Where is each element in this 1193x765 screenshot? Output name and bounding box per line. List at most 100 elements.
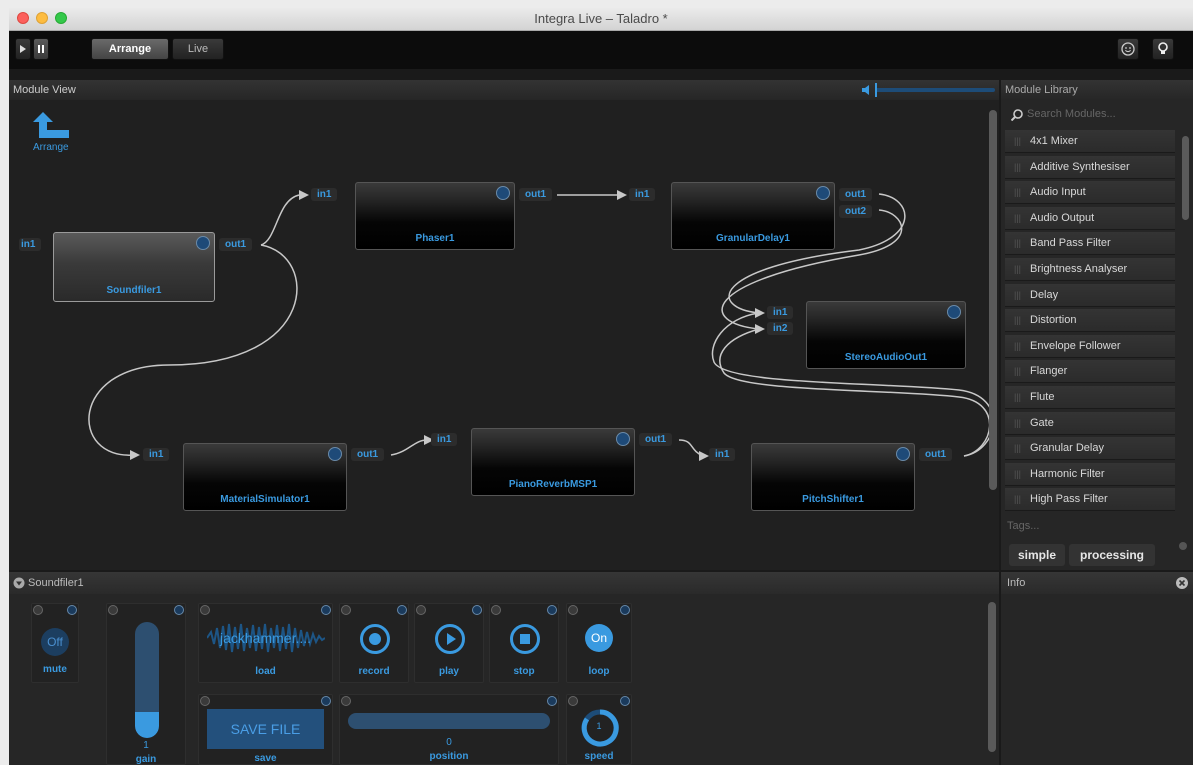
library-item[interactable]: ||| Delay <box>1005 283 1175 307</box>
port-soundfiler-in1[interactable]: in1 <box>19 238 42 251</box>
stop-button[interactable] <box>510 624 540 654</box>
drag-handle-icon: ||| <box>1014 366 1022 377</box>
drag-handle-icon: ||| <box>1014 187 1022 198</box>
gain-label: gain <box>135 754 157 765</box>
tags-scroll-knob[interactable] <box>1179 542 1187 550</box>
port-piano-in1[interactable]: in1 <box>431 433 458 446</box>
live-tab[interactable]: Live <box>172 38 224 60</box>
control-menu-icon[interactable] <box>416 605 426 615</box>
collapse-icon[interactable] <box>13 577 25 589</box>
library-item[interactable]: ||| Distortion <box>1005 309 1175 333</box>
position-slider[interactable] <box>348 713 550 729</box>
close-icon[interactable] <box>1176 577 1188 589</box>
library-item-label: Flute <box>1030 391 1055 403</box>
library-item[interactable]: ||| Flanger <box>1005 360 1175 384</box>
drag-handle-icon: ||| <box>1014 340 1022 351</box>
stop-control: stop <box>489 603 559 683</box>
port-pitch-out1[interactable]: out1 <box>919 448 953 461</box>
loop-toggle[interactable]: On <box>585 624 613 652</box>
library-item[interactable]: ||| High Pass Filter <box>1005 488 1175 512</box>
module-status-led <box>496 186 510 200</box>
control-menu-icon[interactable] <box>341 605 351 615</box>
control-menu-icon[interactable] <box>341 696 351 706</box>
library-item[interactable]: ||| Audio Output <box>1005 206 1175 230</box>
arrange-tab[interactable]: Arrange <box>91 38 169 60</box>
library-item[interactable]: ||| Envelope Follower <box>1005 334 1175 358</box>
port-granular-out2[interactable]: out2 <box>839 205 873 218</box>
library-item-label: Additive Synthesiser <box>1030 160 1130 173</box>
record-button[interactable] <box>360 624 390 654</box>
library-search-input[interactable]: Search Modules... <box>1005 104 1175 124</box>
port-pitch-in1[interactable]: in1 <box>709 448 736 461</box>
module-status-led <box>196 236 210 250</box>
smiley-icon <box>1121 42 1135 56</box>
control-menu-icon[interactable] <box>108 605 118 615</box>
library-item[interactable]: ||| Additive Synthesiser <box>1005 155 1175 179</box>
module-materialsimulator1[interactable]: MaterialSimulator1 <box>183 443 347 511</box>
control-menu-icon[interactable] <box>33 605 43 615</box>
port-granular-out1[interactable]: out1 <box>839 188 873 201</box>
library-item[interactable]: ||| Gate <box>1005 411 1175 435</box>
control-menu-icon[interactable] <box>491 605 501 615</box>
library-scrollbar[interactable] <box>1182 136 1189 220</box>
control-menu-icon[interactable] <box>200 696 210 706</box>
mute-toggle[interactable]: Off <box>41 628 69 656</box>
module-stereoaudioout1[interactable]: StereoAudioOut1 <box>806 301 966 369</box>
control-status-led <box>547 696 557 706</box>
gain-slider[interactable] <box>135 622 159 738</box>
control-menu-icon[interactable] <box>200 605 210 615</box>
port-stereo-in1[interactable]: in1 <box>767 306 794 319</box>
module-view-scrollbar[interactable] <box>989 110 997 490</box>
record-icon <box>369 633 381 645</box>
library-item-label: Distortion <box>1030 314 1077 327</box>
search-icon <box>1011 109 1023 121</box>
control-status-led <box>472 605 482 615</box>
info-toggle-button[interactable] <box>1152 38 1174 60</box>
play-transport-button[interactable] <box>15 38 31 60</box>
module-library: Module Library Search Modules... ||| 4x1 … <box>1001 80 1193 570</box>
loop-label: loop <box>588 666 610 677</box>
control-status-led <box>547 605 557 615</box>
library-item[interactable]: ||| Flute <box>1005 386 1175 409</box>
play-button[interactable] <box>435 624 465 654</box>
port-stereo-in2[interactable]: in2 <box>767 322 794 335</box>
port-phaser-in1[interactable]: in1 <box>311 188 338 201</box>
module-phaser1[interactable]: Phaser1 <box>355 182 515 250</box>
drag-handle-icon: ||| <box>1014 264 1022 274</box>
info-panel: Info <box>1001 572 1193 765</box>
play-icon <box>447 633 456 645</box>
library-item[interactable]: ||| Audio Input <box>1005 181 1175 205</box>
position-label: position <box>429 751 469 762</box>
properties-scrollbar[interactable] <box>988 602 996 752</box>
arrange-back-link[interactable]: Arrange <box>27 112 79 156</box>
module-soundfiler1[interactable]: Soundfiler1 <box>53 232 215 302</box>
volume-handle[interactable] <box>875 83 877 97</box>
port-granular-in1[interactable]: in1 <box>629 188 656 201</box>
module-pianoreverbmsp1[interactable]: PianoReverbMSP1 <box>471 428 635 496</box>
tags-panel: Tags... simple processing <box>1001 512 1193 570</box>
tag-simple[interactable]: simple <box>1009 544 1065 566</box>
module-granulardelay1[interactable]: GranularDelay1 <box>671 182 835 250</box>
port-phaser-out1[interactable]: out1 <box>519 188 553 201</box>
master-volume-slider[interactable] <box>875 83 995 97</box>
pause-transport-button[interactable] <box>33 38 49 60</box>
save-file-button[interactable]: SAVE FILE <box>207 709 324 749</box>
port-material-out1[interactable]: out1 <box>351 448 385 461</box>
control-menu-icon[interactable] <box>568 696 578 706</box>
module-canvas[interactable]: Arrange in1 Soundfiler1 out1 in1 Phaser1… <box>9 100 999 570</box>
library-item[interactable]: ||| Granular Delay <box>1005 437 1175 461</box>
load-filename[interactable]: jackhammer.... <box>199 630 332 646</box>
port-soundfiler-out1[interactable]: out1 <box>219 238 253 251</box>
tag-processing[interactable]: processing <box>1069 544 1155 566</box>
module-pitchshifter1[interactable]: PitchShifter1 <box>751 443 915 511</box>
port-piano-out1[interactable]: out1 <box>639 433 673 446</box>
library-item[interactable]: ||| Brightness Analyser <box>1005 258 1175 281</box>
lighting-button[interactable] <box>1117 38 1139 60</box>
toolbar: Arrange Live <box>9 31 1193 69</box>
drag-handle-icon: ||| <box>1014 238 1022 249</box>
port-material-in1[interactable]: in1 <box>143 448 170 461</box>
library-item[interactable]: ||| Band Pass Filter <box>1005 232 1175 256</box>
control-menu-icon[interactable] <box>568 605 578 615</box>
library-item[interactable]: ||| Harmonic Filter <box>1005 462 1175 486</box>
library-item[interactable]: ||| 4x1 Mixer <box>1005 130 1175 153</box>
